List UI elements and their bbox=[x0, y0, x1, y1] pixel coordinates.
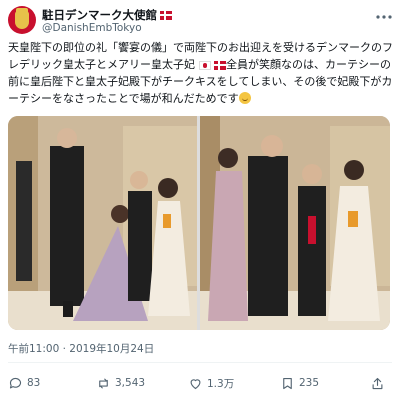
tweet-text: 天皇陛下の即位の礼「饗宴の儀」で両陛下のお出迎えを受けるデンマークのフレデリック… bbox=[8, 39, 394, 107]
photo-left-illustration bbox=[8, 116, 197, 330]
bookmark-button[interactable]: 235 bbox=[280, 372, 319, 394]
crest-icon bbox=[15, 11, 29, 29]
smile-emoji-icon bbox=[238, 92, 251, 104]
divider bbox=[8, 362, 392, 363]
reply-count: 83 bbox=[27, 377, 41, 389]
retweet-icon bbox=[99, 378, 108, 388]
heart-icon bbox=[190, 378, 201, 389]
avatar[interactable] bbox=[8, 6, 36, 34]
bookmark-icon bbox=[283, 377, 292, 389]
comment-icon bbox=[9, 377, 22, 388]
like-button[interactable]: 1.3万 bbox=[188, 372, 234, 394]
denmark-flag-icon bbox=[160, 10, 172, 20]
photo-right[interactable] bbox=[200, 116, 390, 330]
share-button[interactable] bbox=[370, 372, 385, 394]
account-name[interactable]: 駐日デンマーク大使館 bbox=[42, 7, 157, 23]
tweet-header: 駐日デンマーク大使館 @DanishEmbTokyo bbox=[8, 4, 392, 36]
account-handle[interactable]: @DanishEmbTokyo bbox=[42, 22, 142, 34]
tweet-timestamp[interactable]: 午前11:00 · 2019年10月24日 bbox=[8, 341, 154, 356]
like-count: 1.3万 bbox=[207, 377, 235, 390]
more-icon[interactable] bbox=[376, 8, 392, 24]
japan-flag-icon bbox=[198, 60, 211, 70]
retweet-count: 3,543 bbox=[115, 377, 146, 389]
reply-button[interactable]: 83 bbox=[8, 372, 40, 394]
denmark-flag-icon bbox=[214, 60, 226, 70]
photo-left[interactable] bbox=[8, 116, 197, 330]
account-name-line[interactable]: 駐日デンマーク大使館 bbox=[42, 7, 172, 23]
tweet-media[interactable] bbox=[8, 116, 390, 330]
share-icon bbox=[372, 377, 383, 389]
photo-right-illustration bbox=[200, 116, 390, 330]
tweet-actions: 83 3,543 1.3万 235 bbox=[8, 372, 392, 394]
retweet-button[interactable]: 3,543 bbox=[96, 372, 145, 394]
bookmark-count: 235 bbox=[299, 377, 320, 389]
